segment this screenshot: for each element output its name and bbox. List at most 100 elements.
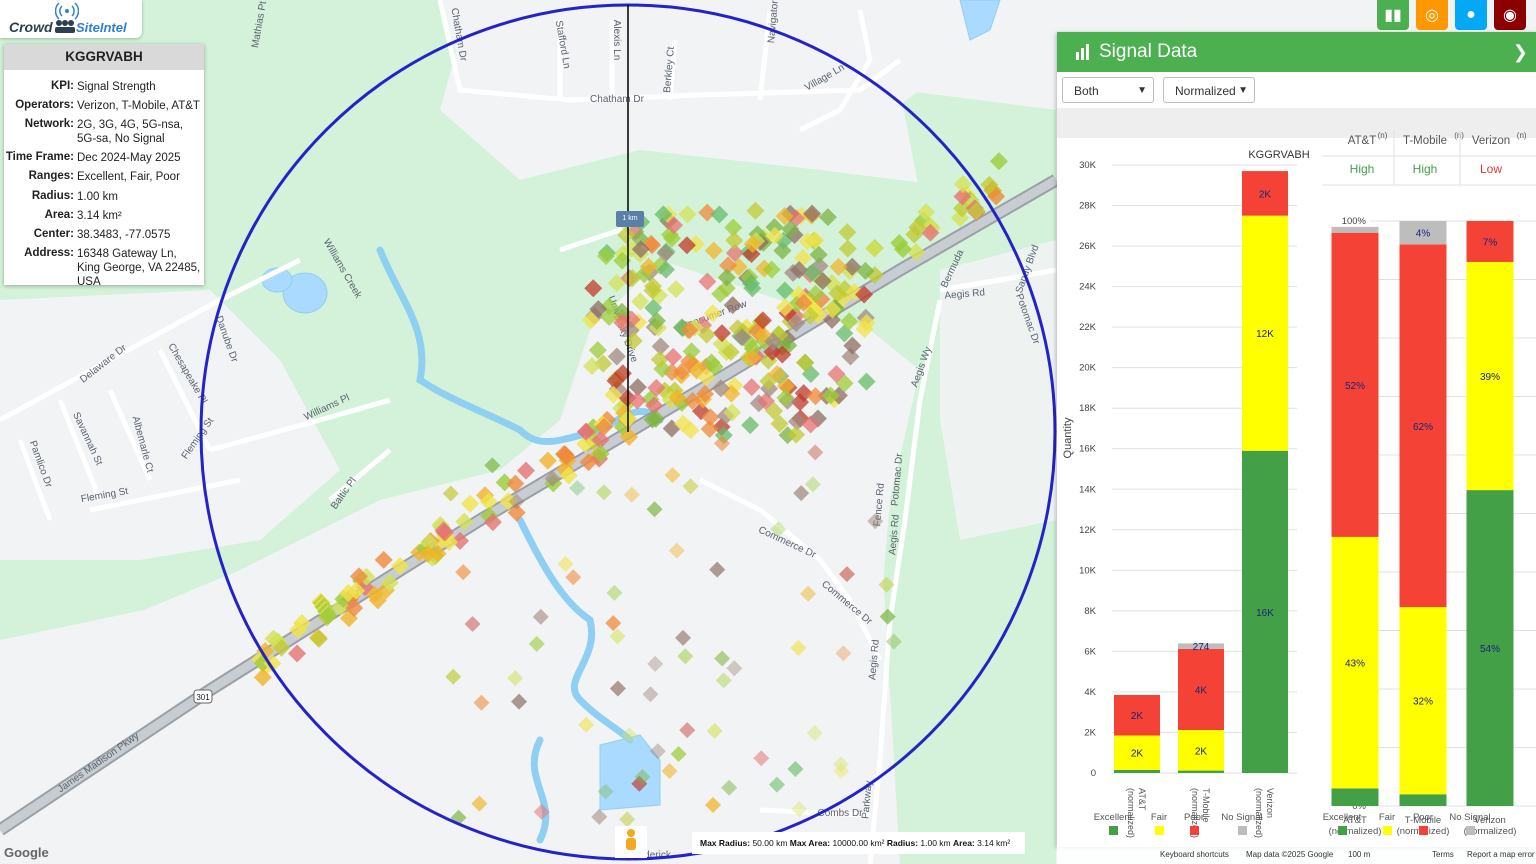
operator-select[interactable]: Both ▼	[1062, 77, 1154, 103]
bar-chart-icon: ▮▮	[1384, 7, 1402, 24]
y-tick-label: 4K	[1084, 687, 1096, 698]
center-value: 38.3483, -77.0575	[77, 229, 171, 241]
operator-rating: High	[1350, 162, 1375, 176]
bar-label: 39%	[1480, 372, 1500, 383]
y-tick-label: 12K	[1079, 525, 1097, 536]
max-radius-label: Max Radius:	[700, 838, 751, 848]
operators-value: Verizon, T-Mobile, AT&T	[77, 100, 200, 112]
chevron-down-icon: ▼	[1238, 85, 1248, 96]
legend-label: Poor	[1184, 812, 1204, 823]
target-button[interactable]: ◎	[1416, 0, 1448, 30]
legend-swatch	[1190, 826, 1199, 835]
crowd-icon	[55, 20, 75, 33]
network-label: Network:	[24, 118, 74, 130]
street-view-pegman-icon[interactable]	[615, 826, 647, 858]
y-tick-label: 8K	[1084, 606, 1096, 617]
scale-label: 1 km	[616, 211, 644, 227]
legend-label: No Signal	[1449, 812, 1490, 823]
ranges-label: Ranges:	[28, 170, 74, 182]
operator-header: Verizon	[1472, 135, 1510, 147]
google-logo: Google	[4, 845, 49, 860]
operator-header-sup: (n)	[1517, 131, 1527, 140]
bar-segment[interactable]	[1331, 788, 1379, 806]
legend-swatch	[1109, 826, 1118, 835]
max-area-label: Max Area:	[789, 838, 831, 848]
y-tick-label: 10K	[1079, 565, 1097, 576]
quantity-chart: KGGRVABH✎02K4K6K8K10K12K14K16K18K20K22K2…	[1062, 149, 1310, 838]
bar-label: 62%	[1413, 422, 1433, 433]
bar-label: 52%	[1345, 381, 1365, 392]
bar-label: 274	[1193, 642, 1210, 653]
area-value: 3.14 km²	[977, 838, 1011, 848]
street-label: Chatham Dr	[590, 94, 645, 105]
area-value: 3.14 km²	[77, 210, 122, 222]
y-tick-label: 0	[1091, 768, 1096, 779]
site-id-header: KGGRVABH	[4, 44, 204, 70]
operator-header-sup: (n)	[1378, 131, 1388, 140]
operator-header: T-Mobile	[1403, 135, 1447, 147]
y-tick-label: 6K	[1084, 646, 1096, 657]
address-value: 16348 Gateway Ln, King George, VA 22485,…	[77, 248, 201, 288]
bar-segment[interactable]	[1331, 226, 1379, 233]
radius-label: Radius:	[886, 838, 919, 848]
operator-select-value: Both	[1074, 84, 1099, 98]
legend-swatch	[1383, 826, 1392, 835]
panel-title: Signal Data	[1099, 41, 1198, 62]
bar-chart-icon	[1076, 44, 1089, 60]
legend-swatch	[1338, 826, 1347, 835]
chart-toggle-button[interactable]: ▮▮	[1377, 0, 1409, 30]
map-footnote: Max Radius: 50.00 km Max Area: 10000.00 …	[692, 832, 1025, 854]
globe-button[interactable]: ◉	[1494, 0, 1526, 30]
bar-label: 16K	[1256, 608, 1274, 619]
ranges-value: Excellent, Fair, Poor	[77, 171, 180, 183]
location-button[interactable]: ●	[1455, 0, 1487, 30]
operator-rating: High	[1413, 162, 1438, 176]
legend-swatch	[1466, 826, 1475, 835]
collapse-chevron-icon[interactable]: ❯	[1513, 42, 1528, 63]
y-tick-label: 20K	[1079, 363, 1097, 374]
panel-header: Signal Data ❯	[1057, 32, 1536, 72]
bar-label: 54%	[1480, 644, 1500, 655]
legend-swatch	[1155, 826, 1164, 835]
legend-label: Fair	[1151, 812, 1167, 823]
svg-text:301: 301	[196, 693, 210, 702]
map-attribution: Keyboard shortcuts Map data ©2025 Google…	[1057, 847, 1536, 864]
radius-value: 1.00 km	[77, 191, 118, 203]
signal-data-panel: Signal Data ❯ Both ▼ Normalized ▼ KGGRVABH…	[1057, 32, 1536, 847]
bar-label: 32%	[1413, 697, 1433, 708]
legend-label: No Signal	[1221, 812, 1262, 823]
area-label: Area:	[44, 209, 74, 221]
bar-label: 43%	[1345, 659, 1365, 670]
radius-value: 1.00 km	[920, 838, 951, 848]
y-tick-label: 2K	[1084, 727, 1096, 738]
app-logo[interactable]: Crowd SiteIntel	[0, 0, 142, 38]
kpi-label: KPI:	[51, 80, 74, 92]
antenna-icon	[55, 2, 79, 20]
operator-header-sup: (n)	[1454, 131, 1464, 140]
center-label: Center:	[33, 228, 74, 240]
y-tick-label: 18K	[1079, 403, 1097, 414]
globe-icon: ◉	[1503, 7, 1517, 24]
operator-header: AT&T	[1348, 135, 1377, 147]
bar-label: 7%	[1483, 237, 1498, 248]
logo-text-crowd: Crowd	[9, 19, 53, 35]
chart-title: KGGRVABH	[1248, 149, 1309, 161]
report-error-link[interactable]: Report a map error	[1467, 850, 1535, 859]
legend-label: Poor	[1413, 812, 1433, 823]
y-tick-label: 26K	[1079, 241, 1097, 252]
map-data-text: Map data ©2025 Google	[1246, 850, 1334, 859]
legend-label: Excellent	[1094, 812, 1133, 823]
y-tick-label: 28K	[1079, 201, 1097, 212]
bar-label: 4%	[1416, 229, 1431, 240]
mode-select[interactable]: Normalized ▼	[1163, 77, 1255, 103]
legend-swatch	[1238, 826, 1247, 835]
kpi-value: Signal Strength	[77, 81, 156, 93]
bar-segment[interactable]	[1178, 770, 1224, 773]
y-tick-label: 22K	[1079, 322, 1097, 333]
legend-swatch	[1419, 826, 1428, 835]
bar-segment[interactable]	[1114, 769, 1160, 773]
bar-segment[interactable]	[1399, 794, 1447, 806]
terms-link[interactable]: Terms	[1432, 850, 1454, 859]
keyboard-shortcuts-link[interactable]: Keyboard shortcuts	[1160, 850, 1229, 859]
mode-select-value: Normalized	[1175, 84, 1236, 98]
